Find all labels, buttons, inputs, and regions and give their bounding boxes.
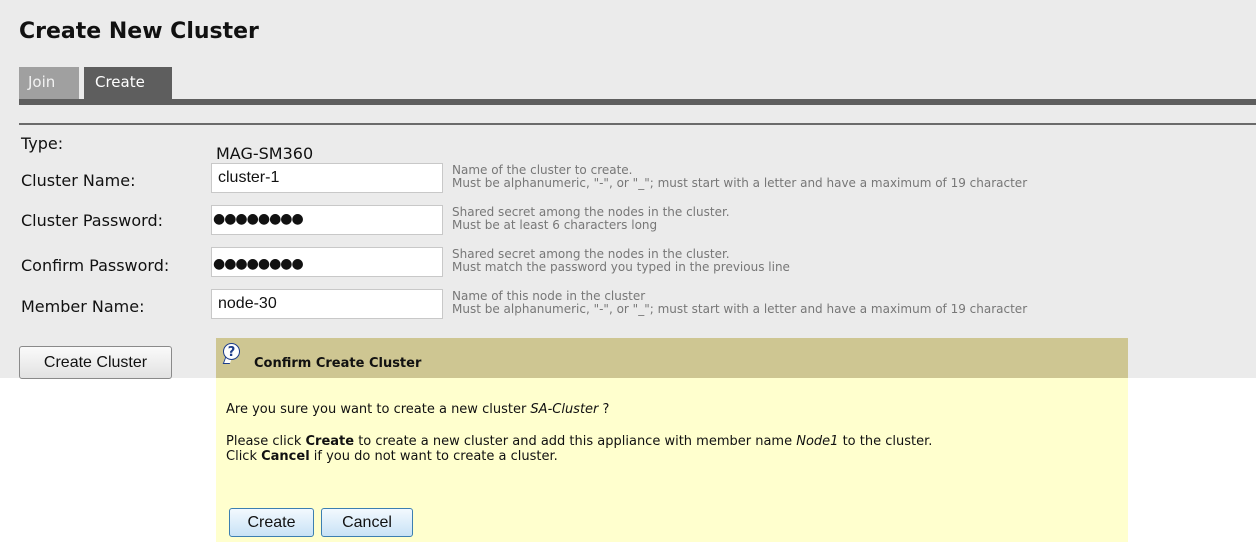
member-name-help: Name of this node in the cluster Must be… [452,290,1027,316]
dialog-line2-middle: to create a new cluster and add this app… [354,434,797,449]
type-label: Type: [21,134,64,153]
dialog-question-prefix: Are you sure you want to create a new cl… [226,402,531,417]
dialog-instruction-create: Please click Create to create a new clus… [226,434,932,449]
member-name-input[interactable] [211,289,443,319]
member-name-label: Member Name: [21,297,145,316]
dialog-question-suffix: ? [598,402,610,417]
page-title: Create New Cluster [19,19,259,44]
tab-bar-divider [19,99,1256,105]
create-cluster-button[interactable]: Create Cluster [19,346,172,379]
tab-join[interactable]: Join [19,67,79,99]
dialog-create-button[interactable]: Create [229,508,314,537]
section-divider [19,123,1256,125]
dialog-line2-prefix: Please click [226,434,306,449]
confirm-password-help-line2: Must match the password you typed in the… [452,260,790,274]
dialog-line3-prefix: Click [226,449,262,464]
dialog-line2-create: Create [305,434,355,449]
create-cluster-panel: Create New Cluster Join Create Type: MAG… [0,0,1256,378]
cluster-name-label: Cluster Name: [21,171,136,190]
dialog-header: ? Confirm Create Cluster [216,338,1128,378]
dialog-line3-suffix: if you do not want to create a cluster. [309,449,558,464]
dialog-member-name: Node1 [796,434,839,449]
cluster-password-input[interactable] [211,205,443,235]
dialog-line2-suffix: to the cluster. [838,434,933,449]
confirm-password-input[interactable] [211,247,443,277]
tab-create[interactable]: Create [84,67,172,99]
dialog-instruction-cancel: Click Cancel if you do not want to creat… [226,449,558,464]
dialog-cancel-button[interactable]: Cancel [321,508,413,537]
dialog-line3-cancel: Cancel [261,449,310,464]
cluster-name-help: Name of the cluster to create. Must be a… [452,164,1027,190]
dialog-title: Confirm Create Cluster [254,356,422,371]
confirm-password-help: Shared secret among the nodes in the clu… [452,248,790,274]
cluster-name-help-line2: Must be alphanumeric, "-", or "_"; must … [452,176,1028,190]
cluster-password-help-line2: Must be at least 6 characters long [452,218,658,232]
question-icon: ? [223,343,240,360]
dialog-cluster-name: SA-Cluster [530,402,599,417]
member-name-help-line2: Must be alphanumeric, "-", or "_"; must … [452,302,1028,316]
dialog-question: Are you sure you want to create a new cl… [226,402,609,417]
confirm-password-label: Confirm Password: [21,256,170,275]
confirm-create-cluster-dialog: ? Confirm Create Cluster Are you sure yo… [216,338,1128,542]
type-value: MAG-SM360 [216,144,314,163]
cluster-password-label: Cluster Password: [21,211,163,230]
cluster-name-input[interactable] [211,163,443,193]
cluster-password-help: Shared secret among the nodes in the clu… [452,206,730,232]
